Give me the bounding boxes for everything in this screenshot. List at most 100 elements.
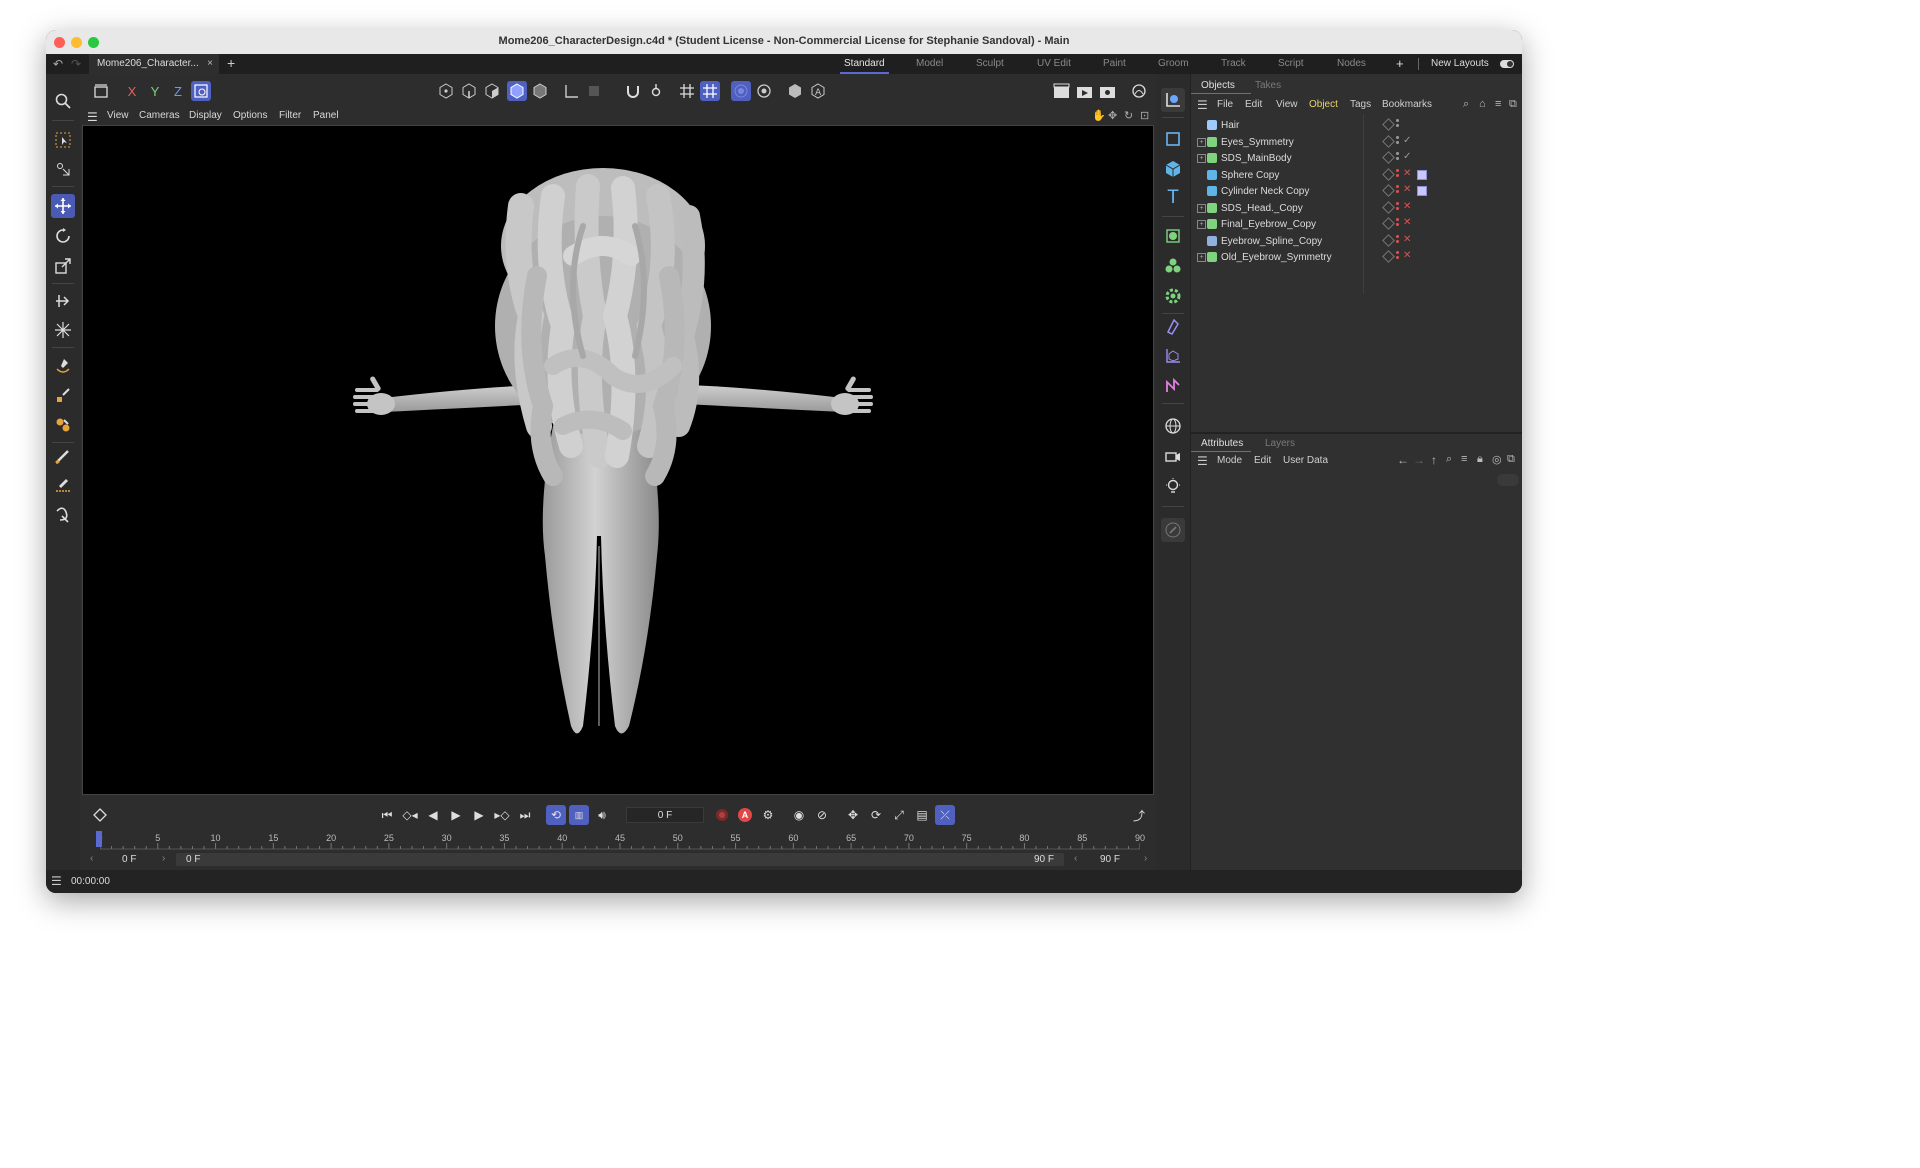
- enabled-status[interactable]: ✕: [1403, 250, 1411, 261]
- z-axis-lock[interactable]: Z: [168, 81, 188, 101]
- visibility-dots[interactable]: [1396, 119, 1400, 129]
- next-key-icon[interactable]: ▸◇: [492, 805, 512, 825]
- expand-toggle-icon[interactable]: +: [1197, 203, 1206, 213]
- record-parameter-icon[interactable]: ▤: [912, 805, 932, 825]
- record-scale-icon[interactable]: ⤢: [889, 805, 909, 825]
- objects-new-window-icon[interactable]: ⧉: [1509, 98, 1517, 111]
- autokey-button[interactable]: A: [735, 805, 755, 825]
- soft-selection-icon[interactable]: [731, 81, 751, 101]
- enabled-status[interactable]: ✓: [1403, 135, 1411, 146]
- uv-mode-icon[interactable]: [530, 81, 550, 101]
- viewport-menu-filter[interactable]: Filter: [279, 110, 301, 121]
- attributes-filter-icon[interactable]: ≡: [1461, 453, 1467, 465]
- objects-menu-tags[interactable]: Tags: [1350, 99, 1371, 110]
- tab-layers[interactable]: Layers: [1265, 438, 1295, 449]
- attributes-scroll-pill[interactable]: [1497, 474, 1519, 486]
- range-start-increment-icon[interactable]: ›: [162, 853, 165, 864]
- viewport-hamburger-icon[interactable]: ☰: [87, 110, 98, 124]
- scale-tool-icon[interactable]: [51, 254, 75, 278]
- layout-tab-standard[interactable]: Standard: [840, 54, 889, 74]
- viewport-menu-cameras[interactable]: Cameras: [139, 110, 180, 121]
- visibility-dots[interactable]: [1396, 218, 1400, 228]
- viewport-menu-panel[interactable]: Panel: [313, 110, 339, 121]
- range-end-decrement-icon[interactable]: ‹: [1074, 853, 1077, 864]
- object-row[interactable]: Sphere Copy ✕: [1191, 168, 1522, 184]
- sketch-tool-icon[interactable]: [51, 383, 75, 407]
- axis-mode-icon[interactable]: [561, 81, 581, 101]
- objects-menu-edit[interactable]: Edit: [1245, 99, 1262, 110]
- snap-settings-icon[interactable]: [646, 81, 666, 101]
- paint-tool-icon[interactable]: [51, 413, 75, 437]
- transfer-tool-icon[interactable]: [51, 289, 75, 313]
- sound-icon[interactable]: 🔊︎: [592, 805, 612, 825]
- workplane-grid-icon[interactable]: [700, 81, 720, 101]
- record-position-icon[interactable]: ✥: [843, 805, 863, 825]
- cloner-icon[interactable]: [1161, 254, 1185, 278]
- end-frame-field[interactable]: 90 F: [1100, 854, 1120, 865]
- go-to-end-icon[interactable]: ⏭: [515, 805, 535, 825]
- cube-primitive-icon[interactable]: [1161, 157, 1185, 181]
- layout-tab-paint[interactable]: Paint: [1103, 54, 1126, 74]
- object-row[interactable]: + Final_Eyebrow_Copy ✕: [1191, 217, 1522, 233]
- tweak-mode-icon[interactable]: [584, 81, 604, 101]
- objects-menu-bookmarks[interactable]: Bookmarks: [1382, 99, 1432, 110]
- close-tab-icon[interactable]: ×: [207, 54, 213, 74]
- layout-tab-groom[interactable]: Groom: [1158, 54, 1189, 74]
- environment-globe-icon[interactable]: [1161, 414, 1185, 438]
- key-position-icon[interactable]: ◉: [789, 805, 809, 825]
- tab-takes[interactable]: Takes: [1255, 80, 1281, 91]
- timeline-graph-icon[interactable]: ⤴: [1129, 805, 1149, 825]
- record-active-icon[interactable]: [712, 805, 732, 825]
- expand-toggle-icon[interactable]: +: [1197, 220, 1206, 229]
- forward-arrow-icon[interactable]: →: [1413, 453, 1425, 467]
- magnet-tool-icon[interactable]: [51, 503, 75, 527]
- new-layouts-toggle[interactable]: [1500, 60, 1514, 68]
- viewport-menu-display[interactable]: Display: [189, 110, 222, 121]
- object-row[interactable]: Cylinder Neck Copy ✕: [1191, 184, 1522, 200]
- viewport-menu-view[interactable]: View: [107, 110, 129, 121]
- view-panel-icon[interactable]: [91, 81, 111, 101]
- brush-tool-icon[interactable]: [51, 444, 75, 468]
- enabled-status[interactable]: ✕: [1403, 234, 1411, 245]
- search-icon[interactable]: [51, 89, 75, 113]
- frame-ruler[interactable]: 051015202530354045505560657075808590: [96, 831, 1145, 851]
- objects-menu-view[interactable]: View: [1276, 99, 1298, 110]
- layout-tab-track[interactable]: Track: [1221, 54, 1246, 74]
- layer-diamond-icon[interactable]: [1382, 200, 1395, 214]
- visibility-dots[interactable]: [1396, 201, 1400, 212]
- keyframe-settings-icon[interactable]: ⚙︎: [758, 805, 778, 825]
- undo-icon[interactable]: ↶: [53, 57, 63, 71]
- edit-pencil-icon[interactable]: [1161, 518, 1185, 542]
- expand-toggle-icon[interactable]: +: [1197, 253, 1206, 262]
- layer-diamond-icon[interactable]: [1382, 118, 1395, 131]
- polygons-mode-icon[interactable]: [482, 81, 502, 101]
- field-object-icon[interactable]: [1161, 344, 1185, 368]
- snap-magnet-icon[interactable]: [623, 81, 643, 101]
- spline-pen-icon[interactable]: [51, 354, 75, 378]
- record-point-level-icon[interactable]: ⤫: [935, 805, 955, 825]
- x-axis-lock[interactable]: X: [122, 81, 142, 101]
- layout-tab-nodes[interactable]: Nodes: [1337, 54, 1366, 74]
- visibility-dots[interactable]: [1396, 185, 1400, 195]
- objects-home-icon[interactable]: ⌂: [1479, 98, 1486, 110]
- play-icon[interactable]: ▶︎: [446, 805, 466, 825]
- object-row[interactable]: + Eyes_Symmetry ✓: [1191, 135, 1522, 151]
- playhead[interactable]: [96, 831, 102, 847]
- viewport-solo-icon[interactable]: [754, 81, 774, 101]
- preview-range-slider[interactable]: 0 F 90 F: [176, 853, 1064, 866]
- light-bulb-icon[interactable]: [1161, 474, 1185, 498]
- enabled-status[interactable]: ✕: [1403, 184, 1411, 195]
- selection-tool-icon[interactable]: [51, 128, 75, 152]
- layer-diamond-icon[interactable]: [1382, 151, 1395, 164]
- current-frame-field[interactable]: 0 F: [626, 807, 704, 823]
- object-row[interactable]: + SDS_MainBody ✓: [1191, 151, 1522, 167]
- attributes-menu-user-data[interactable]: User Data: [1283, 455, 1328, 466]
- edges-mode-icon[interactable]: [459, 81, 479, 101]
- previous-frame-icon[interactable]: ◀︎: [423, 805, 443, 825]
- start-frame-field[interactable]: 0 F: [122, 854, 136, 865]
- layout-tab-uv-edit[interactable]: UV Edit: [1037, 54, 1071, 74]
- up-arrow-icon[interactable]: ↑: [1431, 453, 1437, 467]
- tab-objects[interactable]: Objects: [1201, 80, 1235, 91]
- enabled-status[interactable]: ✕: [1403, 201, 1411, 212]
- attributes-search-icon[interactable]: ⌕: [1446, 453, 1452, 466]
